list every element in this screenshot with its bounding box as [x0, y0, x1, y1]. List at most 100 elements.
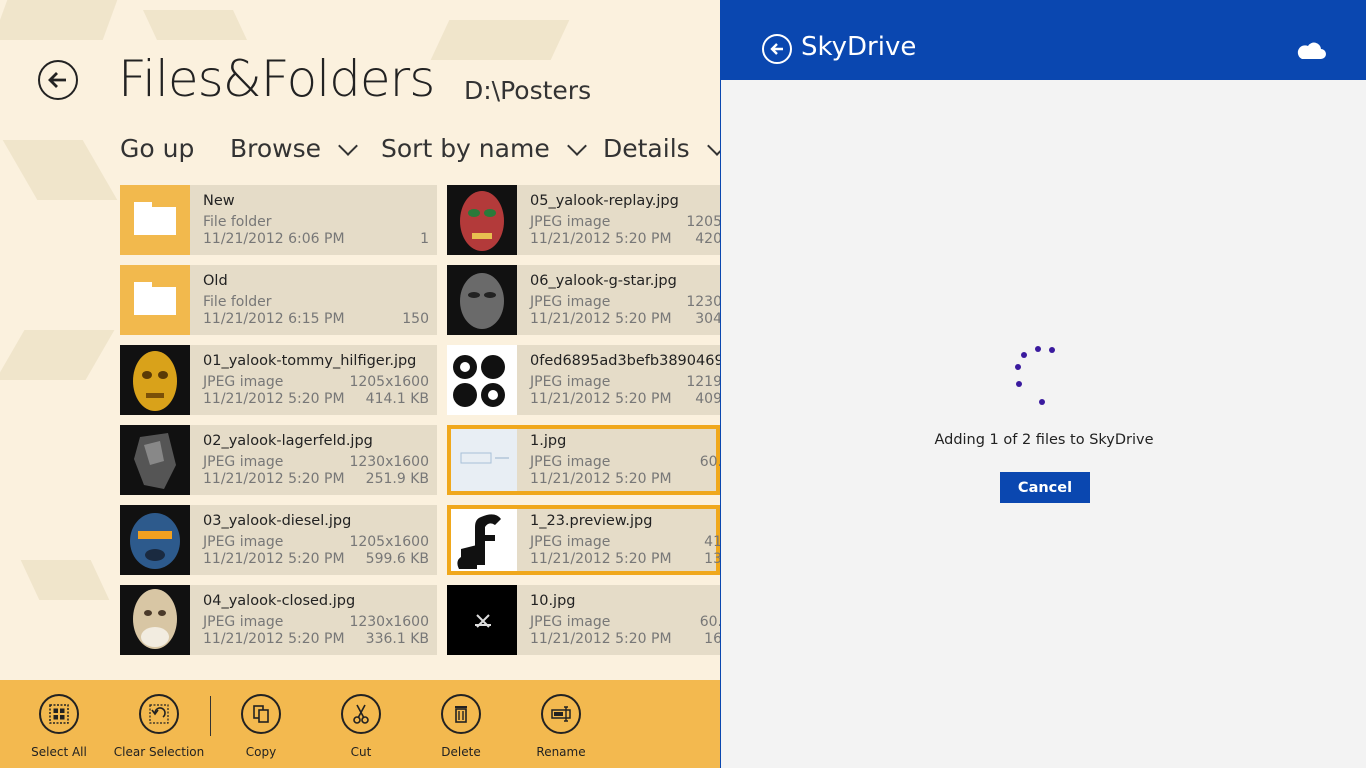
- file-size: 336.1 KB: [365, 631, 429, 647]
- file-size: 599.6 KB: [365, 551, 429, 567]
- file-date: 11/21/2012 5:20 PM: [530, 391, 672, 407]
- file-tile[interactable]: 06_yalook-g-star.jpg JPEG image 11/21/20…: [447, 265, 720, 335]
- file-tile[interactable]: 02_yalook-lagerfeld.jpg JPEG image 11/21…: [120, 425, 437, 495]
- chevron-down-icon: [566, 135, 587, 156]
- file-name: 03_yalook-diesel.jpg: [203, 513, 352, 529]
- cut-circle: [341, 694, 381, 734]
- skydrive-panel: SkyDrive Adding 1 of 2 files to SkyDrive…: [720, 0, 1366, 768]
- image-thumbnail: [447, 265, 517, 335]
- file-type: JPEG image: [203, 454, 284, 470]
- file-size: 409: [695, 391, 720, 407]
- delete-button[interactable]: Delete: [411, 694, 511, 759]
- file-size: 16: [704, 631, 720, 647]
- back-button[interactable]: [38, 60, 78, 100]
- details-label: Details: [603, 134, 690, 163]
- file-type: JPEG image: [203, 534, 284, 550]
- file-type: JPEG image: [530, 374, 611, 390]
- file-tile[interactable]: 03_yalook-diesel.jpg JPEG image 11/21/20…: [120, 505, 437, 575]
- spinner-dot: [1039, 399, 1045, 405]
- file-type: File folder: [203, 294, 272, 310]
- page-title: Files&Folders: [118, 50, 435, 108]
- image-thumbnail: [120, 585, 190, 655]
- file-size: 1: [420, 231, 429, 247]
- clear-selection-button[interactable]: Clear Selection: [109, 694, 209, 759]
- file-dimensions: 1205x1600: [349, 374, 429, 390]
- background-shape: [143, 10, 247, 40]
- mask-image: [460, 273, 504, 329]
- file-tile-selected[interactable]: 1_23.preview.jpg JPEG image 11/21/2012 5…: [447, 505, 720, 575]
- file-name: 10.jpg: [530, 593, 576, 609]
- file-tile[interactable]: 10.jpg JPEG image 11/21/2012 5:20 PM 60.…: [447, 585, 720, 655]
- file-tile[interactable]: 04_yalook-closed.jpg JPEG image 11/21/20…: [120, 585, 437, 655]
- files-folders-app: Files&Folders D:\Posters Go up Browse So…: [0, 0, 720, 768]
- arrow-left-icon: [770, 43, 783, 55]
- mask-image: [460, 191, 504, 251]
- file-name: 0fed6895ad3befb3890469a64: [530, 353, 720, 369]
- file-size: 13: [704, 551, 720, 567]
- image-thumbnail: [447, 345, 517, 415]
- skydrive-back-button[interactable]: [762, 34, 792, 64]
- browse-dropdown[interactable]: Browse: [230, 134, 358, 163]
- details-dropdown[interactable]: Details: [603, 134, 720, 163]
- file-size: 150: [402, 311, 429, 327]
- background-shape: [0, 330, 115, 380]
- spinner-dot: [1035, 346, 1041, 352]
- folder-thumbnail: [120, 185, 190, 255]
- image-thumbnail: [120, 505, 190, 575]
- rename-button[interactable]: Rename: [511, 694, 611, 759]
- file-tile[interactable]: 0fed6895ad3befb3890469a64 JPEG image 11/…: [447, 345, 720, 415]
- file-date: 11/21/2012 5:20 PM: [203, 391, 345, 407]
- file-date: 11/21/2012 5:20 PM: [530, 471, 672, 487]
- skydrive-header: SkyDrive: [721, 0, 1366, 80]
- folder-icon: [134, 282, 176, 315]
- chevron-down-icon: [706, 135, 720, 156]
- image-thumbnail: [451, 429, 517, 491]
- file-type: JPEG image: [530, 454, 611, 470]
- typography-image: [453, 355, 505, 407]
- background-shape: [430, 20, 570, 60]
- file-date: 11/21/2012 5:20 PM: [203, 631, 345, 647]
- mask-image: [133, 589, 177, 649]
- sort-label: Sort by name: [381, 134, 550, 163]
- cancel-button[interactable]: Cancel: [1000, 472, 1090, 503]
- file-date: 11/21/2012 5:20 PM: [530, 551, 672, 567]
- cloud-icon: [1297, 42, 1326, 59]
- file-name: 01_yalook-tommy_hilfiger.jpg: [203, 353, 417, 369]
- spinner-dot: [1016, 381, 1022, 387]
- select-all-button[interactable]: Select All: [9, 694, 109, 759]
- file-dimensions: 1230x1600: [349, 614, 429, 630]
- file-tile-selected[interactable]: 1.jpg JPEG image 11/21/2012 5:20 PM 60.: [447, 425, 720, 495]
- rename-icon: [551, 706, 571, 722]
- file-tile[interactable]: Old File folder 11/21/2012 6:15 PM 150: [120, 265, 437, 335]
- clear-selection-circle: [139, 694, 179, 734]
- file-tile[interactable]: 05_yalook-replay.jpg JPEG image 11/21/20…: [447, 185, 720, 255]
- file-size: 414.1 KB: [365, 391, 429, 407]
- folder-icon: [134, 202, 176, 235]
- go-up-label: Go up: [120, 134, 195, 163]
- go-up-button[interactable]: Go up: [120, 134, 194, 163]
- skydrive-title: SkyDrive: [801, 32, 917, 62]
- select-all-circle: [39, 694, 79, 734]
- file-name: 04_yalook-closed.jpg: [203, 593, 356, 609]
- rename-label: Rename: [536, 745, 586, 759]
- file-tile[interactable]: 01_yalook-tommy_hilfiger.jpg JPEG image …: [120, 345, 437, 415]
- app-bar-separator: [210, 696, 211, 736]
- file-type: JPEG image: [203, 374, 284, 390]
- clear-selection-label: Clear Selection: [113, 745, 205, 759]
- copy-circle: [241, 694, 281, 734]
- sort-dropdown[interactable]: Sort by name: [381, 134, 587, 163]
- background-shape: [2, 140, 118, 200]
- file-date: 11/21/2012 5:20 PM: [530, 631, 672, 647]
- file-tile[interactable]: New File folder 11/21/2012 6:06 PM 1: [120, 185, 437, 255]
- file-dimensions: 1230: [686, 294, 720, 310]
- cut-button[interactable]: Cut: [311, 694, 411, 759]
- black-image: [475, 614, 491, 628]
- file-name: 05_yalook-replay.jpg: [530, 193, 679, 209]
- arrow-left-icon: [48, 72, 66, 88]
- browse-label: Browse: [230, 134, 322, 163]
- copy-button[interactable]: Copy: [211, 694, 311, 759]
- copy-label: Copy: [245, 745, 277, 759]
- image-thumbnail: [451, 509, 517, 571]
- file-name: 1.jpg: [530, 433, 567, 449]
- file-date: 11/21/2012 6:06 PM: [203, 231, 345, 247]
